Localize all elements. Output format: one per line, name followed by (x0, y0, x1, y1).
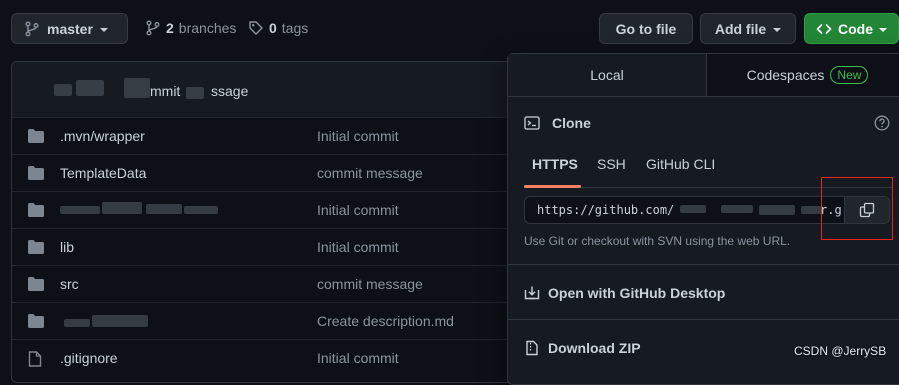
watermark: CSDN @JerrySB (794, 344, 887, 358)
tab-protocol-ssh[interactable]: SSH (597, 156, 626, 172)
code-icon (816, 21, 832, 37)
clone-url-prefix: https://github.com/ (537, 203, 675, 217)
commit-message-link[interactable]: commit message (317, 276, 423, 292)
redacted-file-name (102, 202, 142, 214)
branch-select-button[interactable]: master (11, 13, 128, 44)
go-to-file-label: Go to file (615, 20, 677, 37)
desktop-download-icon (524, 285, 540, 301)
add-file-button[interactable]: Add file (700, 13, 796, 44)
redacted-file-name (64, 319, 90, 327)
table-row[interactable]: lib Initial commit (12, 228, 532, 266)
open-desktop-item[interactable]: Open with GitHub Desktop (508, 265, 899, 320)
add-file-label: Add file (714, 20, 767, 37)
redacted-file-name (146, 204, 182, 214)
table-row[interactable]: Initial commit (12, 191, 532, 229)
git-branch-icon (145, 20, 161, 36)
commit-message-tail[interactable]: ssage (211, 83, 248, 99)
tab-protocol-github-cli[interactable]: GitHub CLI (646, 156, 715, 172)
branches-link[interactable]: 2 branches (145, 20, 236, 36)
folder-icon (28, 129, 44, 143)
redacted-file-name (92, 315, 148, 327)
redacted-avatar (54, 84, 72, 96)
folder-icon (28, 203, 44, 217)
table-row[interactable]: src commit message (12, 265, 532, 303)
code-button[interactable]: Code (804, 13, 899, 44)
chevron-down-icon (879, 27, 887, 32)
go-to-file-button[interactable]: Go to file (599, 13, 693, 44)
code-label: Code (838, 20, 873, 37)
commit-message-link[interactable]: Initial commit (317, 128, 399, 144)
tags-count: 0 (269, 20, 277, 36)
redacted-file-name (60, 206, 100, 214)
redacted-url (721, 205, 753, 213)
redacted-url (759, 205, 795, 215)
redacted-author (76, 80, 104, 96)
file-name-link[interactable]: .mvn/wrapper (60, 128, 145, 144)
commit-message-link[interactable]: Initial commit (317, 350, 399, 366)
table-row[interactable]: .mvn/wrapper Initial commit (12, 117, 532, 155)
table-row[interactable]: Create description.md (12, 302, 532, 340)
latest-commit-bar: mmit ssage (12, 62, 532, 118)
new-badge: New (830, 66, 869, 84)
download-zip-label: Download ZIP (548, 340, 641, 356)
file-icon (28, 351, 42, 367)
file-name-link[interactable]: .gitignore (60, 350, 118, 366)
clone-hint: Use Git or checkout with SVN using the w… (524, 234, 791, 248)
chevron-down-icon (773, 27, 782, 32)
folder-icon (28, 240, 44, 254)
folder-icon (28, 166, 44, 180)
active-tab-underline (524, 185, 581, 188)
commit-message-link[interactable]: commit message (317, 165, 423, 181)
tab-local[interactable]: Local (508, 54, 706, 96)
commit-message-link[interactable]: Initial commit (317, 239, 399, 255)
clone-title: Clone (552, 115, 591, 131)
tab-local-label: Local (590, 67, 624, 83)
folder-icon (28, 314, 44, 328)
redacted-file-name (184, 206, 218, 214)
tags-label: tags (281, 20, 309, 36)
annotation-highlight-box (821, 177, 893, 240)
file-list: mmit ssage .mvn/wrapper Initial commit Tem… (11, 61, 533, 383)
tag-icon (248, 20, 264, 36)
redacted-url (680, 205, 706, 213)
tab-protocol-https[interactable]: HTTPS (532, 156, 578, 172)
tab-codespaces[interactable]: Codespaces New (706, 54, 899, 96)
tab-codespaces-label: Codespaces (746, 67, 825, 83)
folder-icon (28, 277, 44, 291)
redacted-author (124, 78, 150, 98)
branches-label: branches (178, 20, 237, 36)
branch-name: master (47, 20, 93, 37)
file-name-link[interactable]: src (60, 276, 79, 292)
code-dropdown-panel: Local Codespaces New Clone HTTPS SSH GitHu… (507, 53, 899, 385)
redacted-text (186, 87, 204, 99)
commit-message-link[interactable]: Create description.md (317, 313, 454, 329)
table-row[interactable]: .gitignore Initial commit (12, 339, 532, 377)
file-name-link[interactable]: lib (60, 239, 74, 255)
tags-link[interactable]: 0 tags (248, 20, 308, 36)
branches-count: 2 (166, 20, 174, 36)
zip-file-icon (524, 340, 540, 356)
open-desktop-label: Open with GitHub Desktop (548, 285, 726, 301)
file-name-link[interactable]: TemplateData (60, 165, 146, 181)
chevron-down-icon (99, 27, 108, 32)
help-icon[interactable] (874, 115, 890, 131)
commit-message-link[interactable]: Initial commit (317, 202, 399, 218)
git-branch-icon (24, 21, 40, 37)
commit-message-fragment: mmit (150, 83, 181, 99)
table-row[interactable]: TemplateData commit message (12, 154, 532, 192)
terminal-icon (524, 115, 540, 131)
